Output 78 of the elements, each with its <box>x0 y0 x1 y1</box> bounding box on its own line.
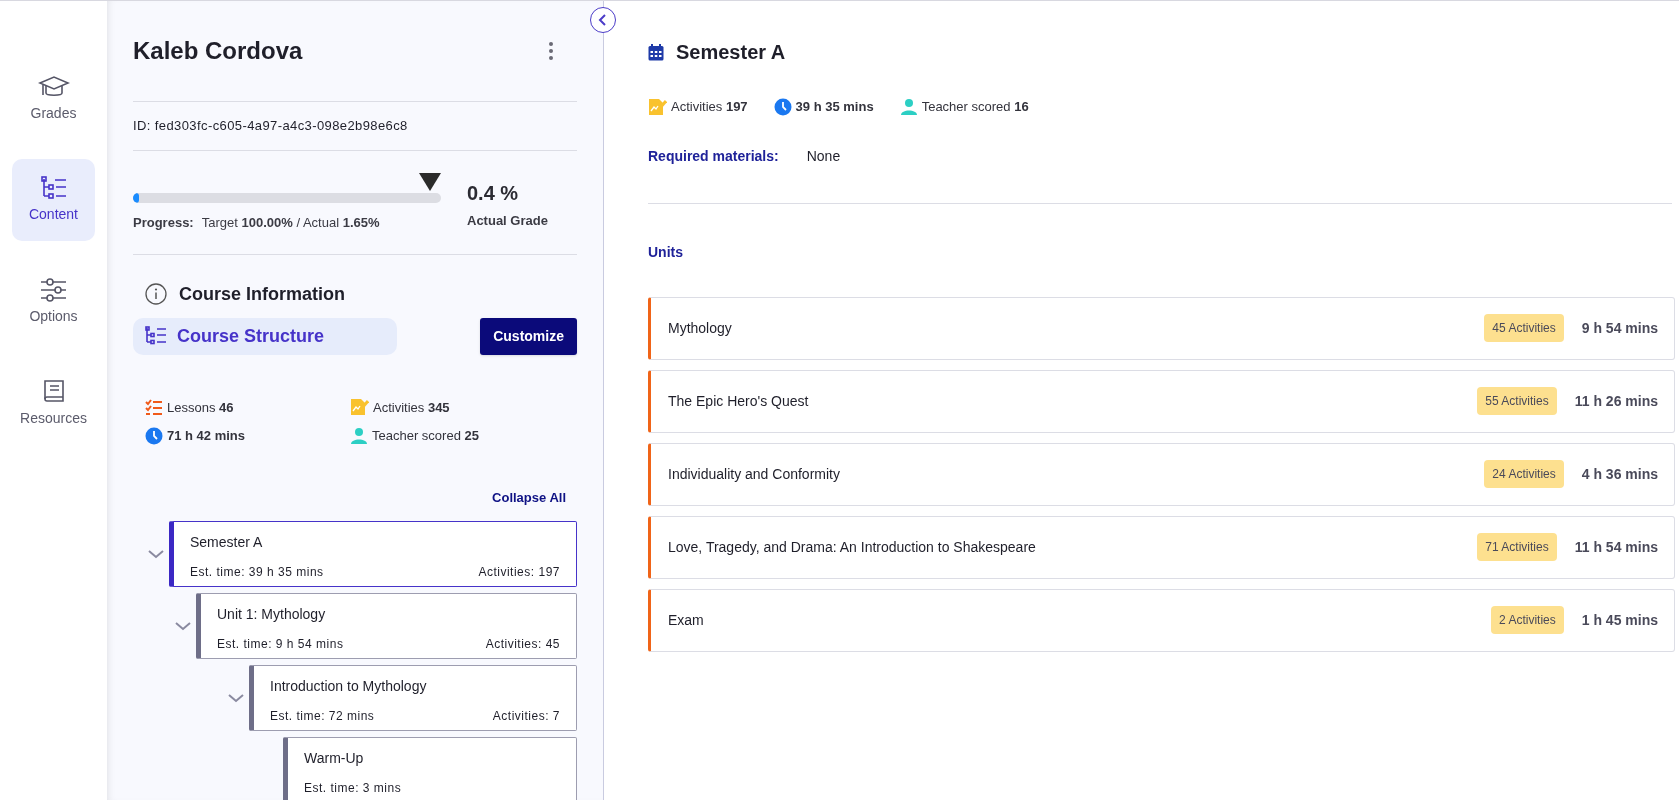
section-title: Course Information <box>179 282 345 306</box>
unit-time: 4 h 36 mins <box>1581 464 1658 484</box>
node-time: Est. time: 72 mins <box>270 708 375 725</box>
tree-list-icon <box>40 175 67 200</box>
materials-value: None <box>806 146 841 166</box>
activities-badge: 45 Activities <box>1484 314 1564 342</box>
student-name: Kaleb Cordova <box>133 36 303 66</box>
nav-tab[interactable]: Options <box>12 261 95 343</box>
actual-grade-label: Actual Grade <box>467 211 548 230</box>
unit-name: Individuality and Conformity <box>668 464 841 484</box>
activities-badge: 24 Activities <box>1484 460 1564 488</box>
node-title: Semester A <box>190 533 264 552</box>
course-structure-tab[interactable]: Course Structure <box>133 317 397 355</box>
unit-row[interactable]: Exam 2 Activities 1 h 45 mins <box>648 588 1675 652</box>
checklist-icon <box>145 398 163 416</box>
stat-text: Lessons 46 <box>167 398 234 417</box>
activities-badge: 55 Activities <box>1477 387 1557 415</box>
chevron-icon[interactable] <box>228 693 244 703</box>
stat-text: Activities 345 <box>373 398 450 417</box>
tree-node[interactable]: Warm-Up Est. time: 3 mins <box>283 737 577 800</box>
node-title: Warm-Up <box>304 749 365 768</box>
student-id: ID: fed303fc-c605-4a97-a4c3-098e2b98e6c8 <box>133 117 409 135</box>
stat-text: Activities 197 <box>671 98 748 116</box>
unit-row[interactable]: The Epic Hero's Quest 55 Activities 11 h 26 mins <box>648 369 1675 433</box>
unit-name: Exam <box>668 610 705 630</box>
node-activities: Activities: 7 <box>492 708 560 725</box>
node-time: Est. time: 3 mins <box>304 780 402 797</box>
activities-badge: 71 Activities <box>1477 533 1557 561</box>
nav-tab[interactable]: Grades <box>12 57 95 139</box>
semester-title: Semester A <box>676 40 786 65</box>
node-activities: Activities: 197 <box>478 564 560 581</box>
nav-tab[interactable]: Content <box>12 159 95 241</box>
document-pencil-icon <box>350 398 369 417</box>
unit-row[interactable]: Individuality and Conformity 24 Activities 4 h 36 mins <box>648 442 1675 506</box>
document-pencil-icon <box>648 97 667 116</box>
unit-name: The Epic Hero's Quest <box>668 391 810 411</box>
stat-text: Teacher scored 16 <box>921 98 1029 116</box>
book-icon <box>41 379 66 404</box>
tree-list-icon <box>145 326 167 346</box>
unit-name: Love, Tragedy, and Drama: An Introduction to Shakespeare <box>668 537 1037 557</box>
person-icon <box>899 97 918 116</box>
info-icon <box>145 283 167 305</box>
node-title: Unit 1: Mythology <box>217 605 327 624</box>
customize-button[interactable]: Customize <box>480 317 577 355</box>
collapse-all-link[interactable]: Collapse All <box>492 487 566 507</box>
tree-node[interactable]: Introduction to Mythology Est. time: 72 mins Activities: 7 <box>249 665 577 731</box>
unit-time: 11 h 26 mins <box>1574 391 1658 411</box>
node-title: Introduction to Mythology <box>270 677 428 696</box>
unit-time: 11 h 54 mins <box>1574 537 1658 557</box>
unit-row[interactable]: Love, Tragedy, and Drama: An Introduction to Shakespeare 71 Activities 11 h 54 mins <box>648 515 1675 579</box>
unit-row[interactable]: Mythology 45 Activities 9 h 54 mins <box>648 296 1675 360</box>
node-activities: Activities: 45 <box>485 636 560 653</box>
person-icon <box>350 426 368 445</box>
calendar-icon <box>648 43 664 61</box>
unit-name: Mythology <box>668 318 733 338</box>
chevron-left-icon <box>598 14 608 26</box>
unit-time: 9 h 54 mins <box>1581 318 1658 338</box>
nav-tab[interactable]: Resources <box>12 363 95 445</box>
clock-icon <box>145 426 163 445</box>
stat-text: 71 h 42 mins <box>167 427 246 445</box>
progress-text: Target 100.00% / Actual 1.65% <box>201 213 380 232</box>
chevron-icon[interactable] <box>148 549 164 559</box>
units-heading: Units <box>648 242 684 262</box>
actual-grade-value: 0.4 % <box>467 180 520 206</box>
node-time: Est. time: 9 h 54 mins <box>217 636 344 653</box>
stat-text: Teacher scored 25 <box>372 427 479 445</box>
clock-icon <box>773 97 792 116</box>
stat-text: 39 h 35 mins <box>795 98 874 116</box>
progress-label: Progress: <box>133 213 194 232</box>
materials-label: Required materials: <box>648 146 779 166</box>
tree-node[interactable]: Semester A Est. time: 39 h 35 mins Activities: 197 <box>169 521 577 587</box>
tree-node[interactable]: Unit 1: Mythology Est. time: 9 h 54 mins Activities: 45 <box>196 593 577 659</box>
chevron-icon[interactable] <box>175 621 191 631</box>
node-time: Est. time: 39 h 35 mins <box>190 564 324 581</box>
unit-time: 1 h 45 mins <box>1581 610 1658 630</box>
collapse-sidebar-button[interactable] <box>590 7 616 33</box>
activities-badge: 2 Activities <box>1491 606 1564 634</box>
sliders-icon <box>40 277 67 302</box>
